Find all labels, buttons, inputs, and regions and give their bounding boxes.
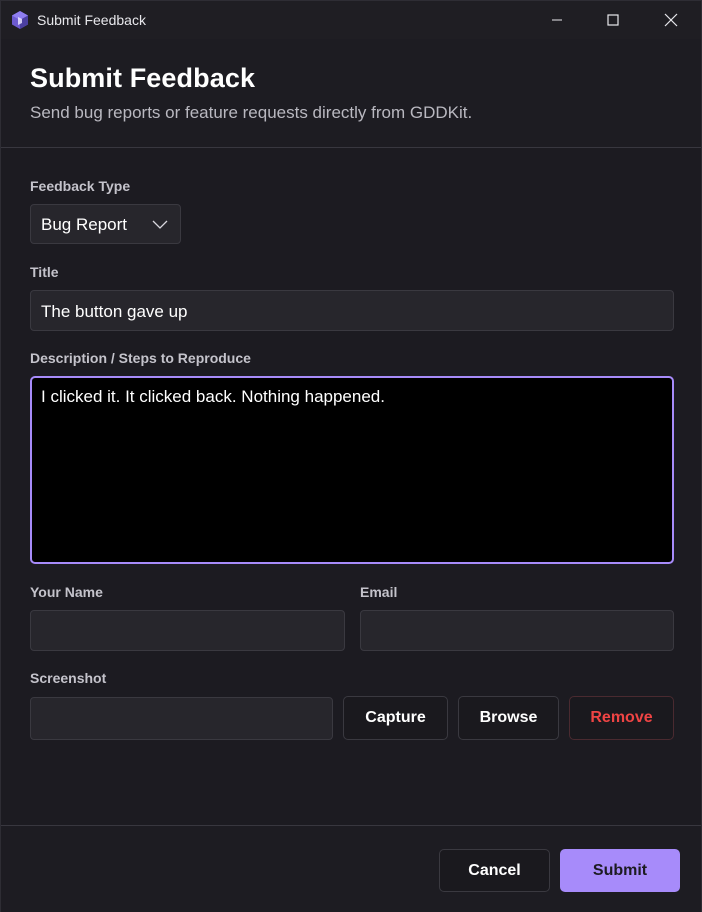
close-icon [664, 13, 678, 27]
maximize-icon [607, 14, 619, 26]
email-label: Email [360, 584, 398, 600]
description-label: Description / Steps to Reproduce [30, 350, 251, 366]
name-input[interactable] [30, 610, 345, 651]
title-bar: Submit Feedback [1, 1, 701, 39]
page-subtitle: Send bug reports or feature requests dir… [30, 103, 473, 122]
feedback-window: Submit Feedback Submit Feedback Send bug… [0, 0, 702, 912]
chevron-down-icon [152, 220, 168, 229]
description-value: I clicked it. It clicked back. Nothing h… [41, 387, 385, 406]
minimize-icon [552, 19, 562, 21]
screenshot-path-field[interactable] [30, 697, 333, 740]
app-logo-icon [12, 11, 28, 29]
feedback-type-dropdown[interactable]: Bug Report [30, 204, 181, 244]
cancel-button[interactable]: Cancel [439, 849, 550, 892]
maximize-button[interactable] [584, 1, 642, 39]
title-input[interactable]: The button gave up [30, 290, 674, 331]
capture-button[interactable]: Capture [343, 696, 448, 740]
title-input-value: The button gave up [41, 302, 188, 321]
email-input[interactable] [360, 610, 674, 651]
name-label: Your Name [30, 584, 103, 600]
feedback-type-value: Bug Report [41, 215, 127, 234]
window-title: Submit Feedback [37, 12, 146, 28]
submit-button[interactable]: Submit [560, 849, 680, 892]
title-label: Title [30, 264, 59, 280]
dialog-header: Submit Feedback Send bug reports or feat… [1, 39, 701, 148]
screenshot-label: Screenshot [30, 670, 107, 686]
description-textarea[interactable]: I clicked it. It clicked back. Nothing h… [30, 376, 674, 564]
page-title: Submit Feedback [30, 63, 256, 93]
remove-button[interactable]: Remove [569, 696, 674, 740]
minimize-button[interactable] [528, 1, 586, 39]
feedback-type-label: Feedback Type [30, 178, 131, 194]
browse-button[interactable]: Browse [458, 696, 559, 740]
close-button[interactable] [642, 1, 700, 39]
dialog-footer: Cancel Submit [1, 825, 701, 912]
